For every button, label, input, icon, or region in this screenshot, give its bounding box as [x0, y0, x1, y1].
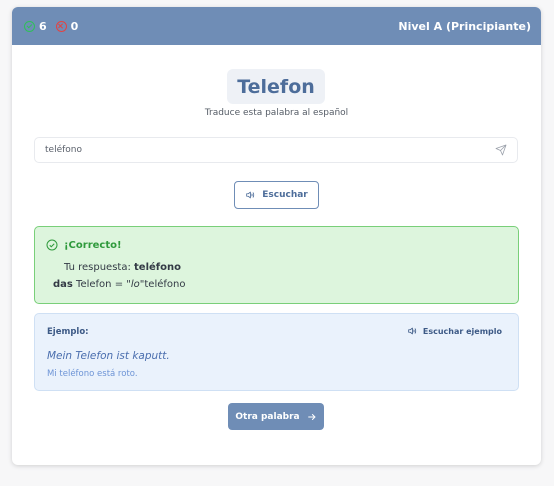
- equals-sign: =: [114, 279, 124, 290]
- check-circle-icon: [24, 20, 35, 32]
- answer-value: teléfono: [45, 145, 82, 155]
- level-label: Nivel A (Principiante): [398, 19, 531, 33]
- answer-value-bold: teléfono: [134, 262, 181, 273]
- translation-line: das Telefon = "lo"teléfono: [53, 279, 186, 290]
- score-header: 6 0 Nivel A (Principiante): [12, 7, 541, 45]
- your-answer-line: Tu respuesta: teléfono: [64, 262, 181, 273]
- correct-count: 6: [39, 19, 47, 33]
- speaker-icon: [246, 191, 255, 199]
- arrow-right-icon: [307, 413, 316, 420]
- word-to-translate: Telefon: [227, 69, 325, 104]
- check-circle-icon: [46, 239, 58, 251]
- listen-example-button[interactable]: Escuchar ejemplo: [407, 326, 502, 336]
- example-sentence: Mein Telefon ist kaputt.: [47, 350, 170, 362]
- spanish-word: teléfono: [144, 279, 186, 290]
- example-box: Ejemplo: Escuchar ejemplo Mein Telefon i…: [34, 313, 519, 391]
- answer-input[interactable]: teléfono: [34, 137, 518, 163]
- feedback-title: ¡Correcto!: [64, 239, 122, 251]
- wrong-count: 0: [70, 19, 79, 33]
- german-word: Telefon: [76, 279, 112, 290]
- next-word-label: Otra palabra: [235, 411, 300, 422]
- example-translation: Mi teléfono está roto.: [47, 369, 138, 379]
- x-circle-icon: [55, 20, 67, 32]
- german-article: das: [53, 279, 73, 290]
- answer-prefix: Tu respuesta:: [64, 262, 131, 273]
- score-counters: 6 0: [24, 20, 83, 33]
- speaker-icon: [408, 327, 417, 335]
- feedback-correct: ¡Correcto! Tu respuesta: teléfono das Te…: [34, 226, 519, 304]
- feedback-title-row: ¡Correcto!: [46, 239, 122, 251]
- example-label: Ejemplo:: [47, 327, 89, 337]
- listen-button-label: Escuchar: [262, 190, 308, 200]
- listen-example-label: Escuchar ejemplo: [422, 326, 502, 336]
- flashcard: 6 0 Nivel A (Principiante) Telefon Tradu…: [12, 7, 541, 465]
- instruction-text: Traduce esta palabra al español: [204, 108, 349, 118]
- listen-button[interactable]: Escuchar: [234, 181, 319, 209]
- send-icon[interactable]: [495, 144, 507, 156]
- spanish-article: "lo": [126, 279, 145, 290]
- next-word-button[interactable]: Otra palabra: [228, 403, 324, 430]
